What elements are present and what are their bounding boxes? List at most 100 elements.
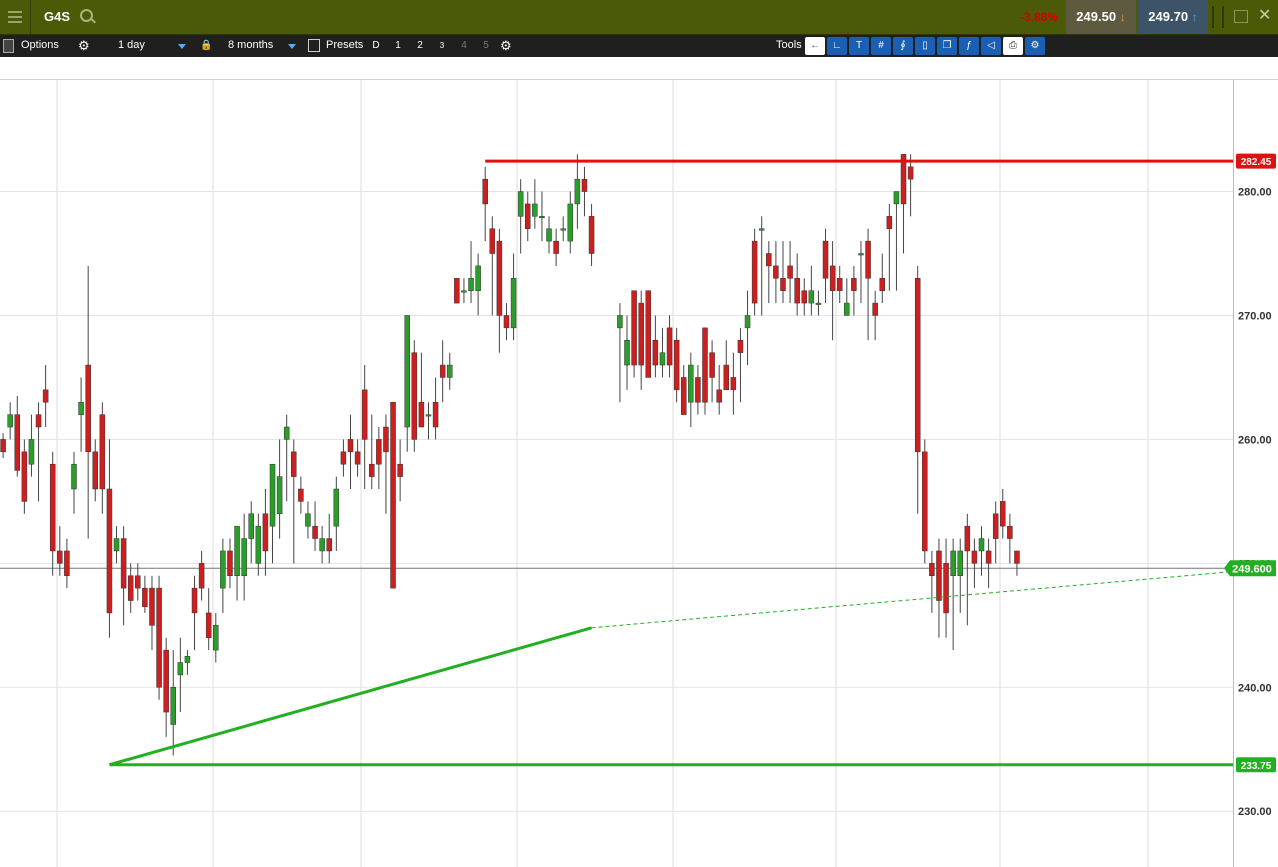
candle-body xyxy=(936,550,942,601)
preset-2-button[interactable]: 2 xyxy=(411,37,429,55)
candle-body xyxy=(482,178,488,205)
candle-body xyxy=(213,625,219,651)
candle-body xyxy=(638,302,644,366)
label-tool-icon[interactable]: ◁ xyxy=(981,37,1001,55)
candle-body xyxy=(929,563,935,576)
candle-body xyxy=(624,340,630,366)
candle-body xyxy=(758,228,765,231)
candle-body xyxy=(517,191,524,217)
candle-body xyxy=(525,203,531,229)
sell-arrow-icon: ↓ xyxy=(1119,10,1126,24)
candle-body xyxy=(184,656,191,663)
sell-price-button[interactable]: 249.50 ↓ xyxy=(1066,0,1136,34)
candle-body xyxy=(978,538,985,552)
candle-body xyxy=(447,364,453,378)
range-chevron-down-icon[interactable] xyxy=(288,44,296,49)
candle-body xyxy=(269,463,276,527)
candle-body xyxy=(581,178,588,192)
lock-icon[interactable]: 🔒 xyxy=(200,35,212,57)
candle-body xyxy=(971,550,978,564)
candle-body xyxy=(227,550,233,576)
range-select[interactable]: 8 months xyxy=(228,35,273,57)
presets-label: Presets xyxy=(326,39,364,51)
candle-body xyxy=(319,538,325,552)
candle-body xyxy=(964,525,971,552)
header-bar: G4S -3.88% 249.50 ↓ 249.70 ↑ ✕ xyxy=(0,0,1278,35)
price-tick-label: 280.00 xyxy=(1238,187,1272,199)
candle-body xyxy=(71,463,77,490)
chart-settings-icon[interactable]: ⚙ xyxy=(1025,37,1045,55)
resistance-badge-text: 282.45 xyxy=(1241,157,1272,168)
candle-body xyxy=(688,364,694,403)
candle-body xyxy=(262,513,269,552)
candle-body xyxy=(652,340,659,366)
candle-body xyxy=(922,451,928,552)
candle-body xyxy=(411,352,418,440)
candle-body xyxy=(617,315,623,329)
candle-body xyxy=(943,563,949,614)
candle-body xyxy=(177,662,184,676)
preset-d-button[interactable]: D xyxy=(367,37,385,55)
chart-toolbar: Options ⚙ 1 day 🔒 8 months Presets D 1 2… xyxy=(0,35,1278,57)
candle-body xyxy=(914,278,921,453)
preset-3-button[interactable]: 3 xyxy=(433,37,451,55)
buy-price-button[interactable]: 249.70 ↑ xyxy=(1138,0,1208,34)
candle-body xyxy=(170,687,176,725)
candle-body xyxy=(858,253,864,256)
grip-icon[interactable] xyxy=(1212,6,1224,28)
preset-5-button[interactable]: 5 xyxy=(477,37,495,55)
indicator-tool-icon[interactable]: ƒ xyxy=(959,37,979,55)
preset-1-button[interactable]: 1 xyxy=(389,37,407,55)
preset-settings-gear-icon[interactable]: ⚙ xyxy=(500,35,512,57)
candle-body xyxy=(737,340,744,353)
preset-4-button[interactable]: 4 xyxy=(455,37,473,55)
candle-body xyxy=(35,414,42,428)
menu-icon[interactable] xyxy=(0,0,31,34)
candle-body xyxy=(702,327,708,403)
grid-tool-icon[interactable]: # xyxy=(871,37,891,55)
fibonacci-tool-icon[interactable]: ∮ xyxy=(893,37,913,55)
curve-tool-icon[interactable]: ∟ xyxy=(827,37,847,55)
change-percent: -3.88% xyxy=(1020,10,1059,24)
candle-body xyxy=(383,426,389,453)
candle-body xyxy=(354,451,361,465)
options-icon[interactable] xyxy=(3,39,14,53)
search-icon[interactable] xyxy=(80,9,93,22)
candle-body xyxy=(815,302,822,305)
candle-body xyxy=(361,389,368,440)
candle-body xyxy=(57,550,63,564)
bar-tool-icon[interactable]: ▯ xyxy=(915,37,935,55)
back-arrow-icon[interactable]: ← xyxy=(805,37,825,55)
candle-body xyxy=(553,240,559,254)
candle-body xyxy=(560,228,566,231)
candle-body xyxy=(85,364,91,453)
candle-body xyxy=(730,377,737,391)
candle-body xyxy=(42,389,49,403)
candle-body xyxy=(234,525,240,576)
chart-window-icon[interactable] xyxy=(1234,10,1248,23)
candle-body xyxy=(347,439,354,453)
settings-gear-icon[interactable]: ⚙ xyxy=(78,35,90,57)
price-tick-label: 230.00 xyxy=(1238,806,1272,818)
close-icon[interactable]: ✕ xyxy=(1258,5,1271,25)
candle-body xyxy=(99,414,106,490)
candle-body xyxy=(957,550,963,576)
candle-body xyxy=(532,203,538,217)
options-button[interactable]: Options xyxy=(21,35,59,57)
candle-body xyxy=(340,451,347,465)
interval-chevron-down-icon[interactable] xyxy=(178,44,186,49)
price-chart[interactable]: MarAprMayJunJulAugSepOct230.00240.00250.… xyxy=(0,0,1278,867)
layers-tool-icon[interactable]: ❐ xyxy=(937,37,957,55)
candle-body xyxy=(496,240,503,316)
print-icon[interactable]: ⎙ xyxy=(1003,37,1023,55)
calendar-icon[interactable] xyxy=(308,39,320,52)
support-badge-text: 233.75 xyxy=(1241,761,1272,772)
candle-body xyxy=(397,463,403,477)
candle-body xyxy=(461,290,467,293)
candle-body xyxy=(780,278,786,291)
interval-select[interactable]: 1 day xyxy=(118,35,145,57)
candle-body xyxy=(567,203,574,242)
text-tool-icon[interactable]: T xyxy=(849,37,869,55)
candle-body xyxy=(156,587,162,688)
candle-body xyxy=(836,278,843,291)
